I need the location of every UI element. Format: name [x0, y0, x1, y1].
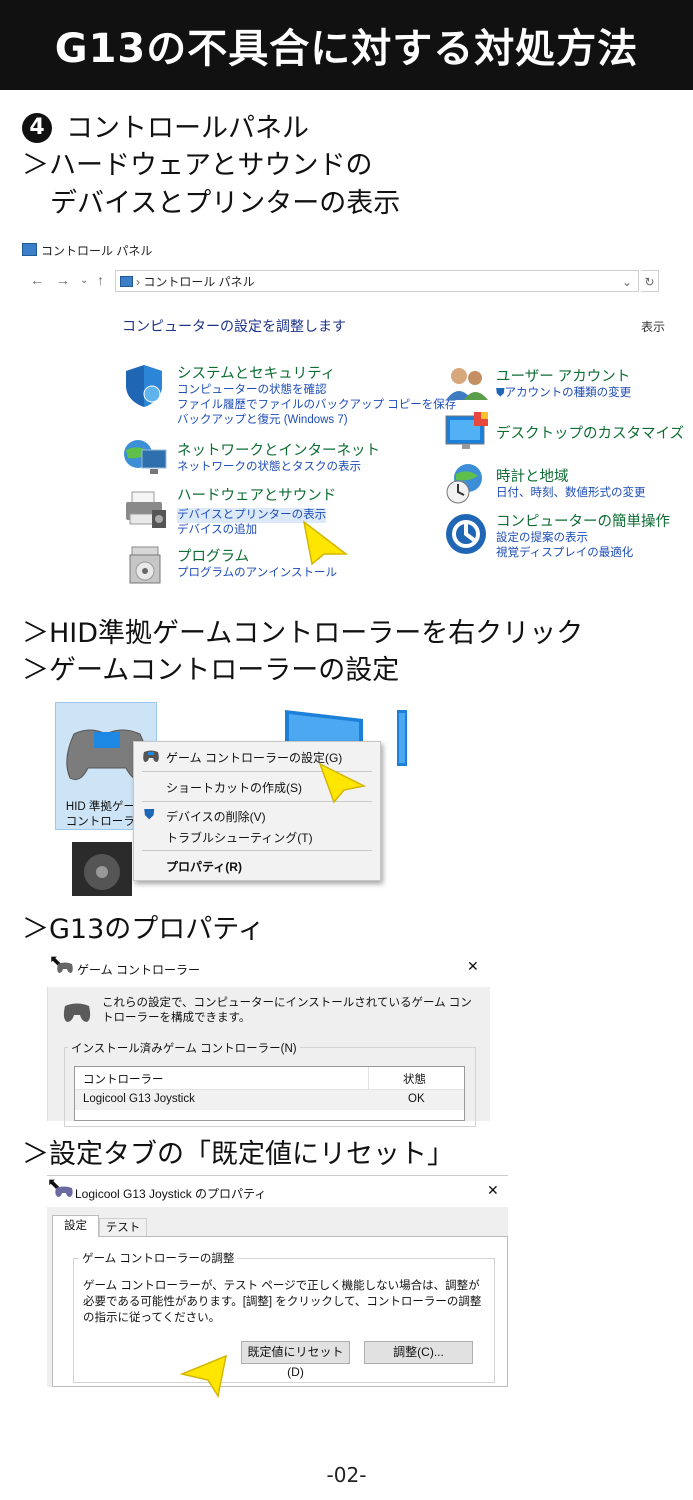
step-4-line1: コントロールパネル: [66, 113, 309, 144]
dialog-title: Logicool G13 Joystick のプロパティ: [75, 1187, 267, 1201]
page-header: G13の不具合に対する対処方法: [0, 0, 693, 90]
chevron-down-icon[interactable]: ⌄: [622, 271, 632, 293]
controller-name: Logicool G13 Joystick: [83, 1093, 195, 1105]
uac-shield-icon: ⛊: [496, 387, 505, 399]
category-clock-region: 時計と地域 日付、時刻、数値形式の変更: [496, 465, 646, 501]
desktop-personalize-icon: [445, 412, 488, 449]
uac-shield-icon: ⛊: [144, 806, 155, 822]
menu-item-remove-device[interactable]: デバイスの削除(V): [166, 808, 266, 825]
tab-settings[interactable]: 設定: [52, 1215, 99, 1237]
up-arrow-icon[interactable]: ↑: [97, 272, 104, 288]
address-text: コントロール パネル: [143, 275, 255, 289]
pointer-arrow-icon: [179, 1354, 228, 1398]
pointer-arrow-icon: [318, 762, 367, 804]
gamepad-icon: [55, 1186, 73, 1197]
category-link[interactable]: ネットワークの状態とタスクの表示: [177, 460, 380, 475]
category-link[interactable]: ファイル履歴でファイルのバックアップ コピーを保存: [177, 398, 456, 413]
reset-defaults-button[interactable]: 既定値にリセット(D): [241, 1341, 350, 1379]
category-title[interactable]: コンピューターの簡単操作: [496, 510, 670, 531]
control-panel-icon: [22, 243, 37, 256]
shield-icon: [126, 365, 162, 407]
category-title[interactable]: デスクトップのカスタマイズ: [496, 422, 684, 443]
properties-dialog: ⬉ Logicool G13 Joystick のプロパティ ✕ 設定 テスト …: [47, 1175, 508, 1387]
column-header-status[interactable]: 状態: [403, 1071, 426, 1087]
ease-of-access-icon: [446, 514, 486, 554]
tab-panel: ゲーム コントローラーの調整 ゲーム コントローラーが、テスト ページで正しく機…: [52, 1236, 508, 1387]
clock-globe-icon: [446, 464, 482, 504]
category-link[interactable]: プログラムのアンインストール: [177, 566, 337, 581]
game-controllers-dialog: ⬉ ゲーム コントローラー ✕ これらの設定で、コンピューターにインストールされ…: [47, 951, 490, 1127]
category-ease-of-access: コンピューターの簡単操作 設定の提案の表示 視覚ディスプレイの最適化: [496, 510, 670, 561]
category-user-accounts: ユーザー アカウント ⛊アカウントの種類の変更: [496, 365, 631, 401]
dialog-description: これらの設定で、コンピューターにインストールされているゲーム コントローラーを構…: [102, 997, 472, 1024]
category-network: ネットワークとインターネット ネットワークの状態とタスクの表示: [177, 439, 380, 475]
close-icon[interactable]: ✕: [487, 1182, 499, 1199]
user-accounts-icon: [446, 368, 488, 400]
gamepad-icon: [143, 750, 159, 762]
category-title[interactable]: 時計と地域: [496, 465, 646, 486]
speaker-icon: [72, 842, 132, 896]
step-hid-line1: ＞HID準拠ゲームコントローラーを右クリック: [22, 618, 584, 649]
forward-arrow-icon[interactable]: →: [56, 272, 70, 288]
monitor-icon: [397, 710, 407, 766]
control-panel-icon: [120, 276, 133, 287]
controller-status: OK: [408, 1093, 425, 1105]
address-bar[interactable]: › コントロール パネル ⌄: [115, 270, 639, 292]
category-link[interactable]: コンピューターの状態を確認: [177, 383, 456, 398]
step-reset-line: ＞設定タブの「既定値にリセット」: [22, 1139, 454, 1170]
dialog-titlebar: ⬉ Logicool G13 Joystick のプロパティ ✕: [47, 1175, 508, 1208]
category-link[interactable]: 日付、時刻、数値形式の変更: [496, 486, 646, 501]
gamepad-icon: [63, 1003, 91, 1022]
category-desktop: デスクトップのカスタマイズ: [496, 422, 684, 443]
category-link[interactable]: バックアップと復元 (Windows 7): [177, 413, 456, 428]
category-link[interactable]: ⛊アカウントの種類の変更: [496, 386, 631, 401]
step-4-title: 4 コントロールパネル: [22, 110, 309, 147]
step-g13-line: ＞G13のプロパティ: [22, 914, 265, 945]
calibration-text: ゲーム コントローラーが、テスト ページで正しく機能しない場合は、調整が必要であ…: [83, 1280, 482, 1324]
dialog-titlebar: ⬉ ゲーム コントローラー ✕: [47, 951, 490, 987]
category-title[interactable]: ネットワークとインターネット: [177, 439, 380, 460]
programs-icon: [129, 546, 161, 584]
controllers-list[interactable]: コントローラー 状態 Logicool G13 Joystick OK: [74, 1066, 465, 1121]
list-header: コントローラー 状態: [75, 1067, 464, 1090]
category-title[interactable]: システムとセキュリティ: [177, 362, 456, 383]
category-link[interactable]: 視覚ディスプレイの最適化: [496, 546, 670, 561]
tab-test[interactable]: テスト: [99, 1218, 147, 1237]
pointer-arrow-icon: [302, 520, 349, 566]
step-4-line2: ＞ハードウェアとサウンドの: [22, 150, 373, 181]
category-title[interactable]: ユーザー アカウント: [496, 365, 631, 386]
group-label: ゲーム コントローラーの調整: [79, 1250, 238, 1266]
dialog-body: 設定 テスト ゲーム コントローラーの調整 ゲーム コントローラーが、テスト ペ…: [47, 1207, 508, 1387]
menu-item-create-shortcut[interactable]: ショートカットの作成(S): [166, 779, 302, 796]
control-panel-heading: コンピューターの設定を調整します: [122, 318, 346, 334]
close-icon[interactable]: ✕: [467, 958, 479, 975]
view-by-label[interactable]: 表示: [641, 318, 665, 335]
category-link[interactable]: 設定の提案の表示: [496, 531, 670, 546]
recent-dropdown-icon[interactable]: ⌄: [80, 275, 88, 286]
calibrate-button[interactable]: 調整(C)...: [364, 1341, 473, 1364]
dialog-title: ゲーム コントローラー: [77, 963, 200, 977]
dialog-body: これらの設定で、コンピューターにインストールされているゲーム コントローラーを構…: [47, 987, 490, 1127]
group-label: インストール済みゲーム コントローラー(N): [68, 1040, 300, 1056]
refresh-icon[interactable]: ↻: [641, 270, 659, 292]
network-globe-icon: [124, 440, 167, 474]
menu-item-troubleshoot[interactable]: トラブルシューティング(T): [166, 829, 313, 846]
back-arrow-icon[interactable]: ←: [30, 272, 44, 288]
step-hid-line2: ＞ゲームコントローラーの設定: [22, 655, 400, 686]
step-4-line3: デバイスとプリンターの表示: [50, 188, 401, 219]
table-row[interactable]: Logicool G13 Joystick OK: [75, 1090, 464, 1110]
menu-item-properties[interactable]: プロパティ(R): [166, 858, 242, 875]
gamepad-icon: [57, 962, 73, 973]
printer-icon: [126, 491, 166, 528]
category-title[interactable]: ハードウェアとサウンド: [177, 484, 336, 505]
step-number-badge: 4: [22, 113, 52, 143]
column-header-controller[interactable]: コントローラー: [83, 1071, 164, 1087]
category-system-security: システムとセキュリティ コンピューターの状態を確認 ファイル履歴でファイルのバッ…: [177, 362, 456, 428]
control-panel-window-title: コントロール パネル: [22, 242, 152, 259]
page-number: -02-: [326, 1463, 367, 1487]
